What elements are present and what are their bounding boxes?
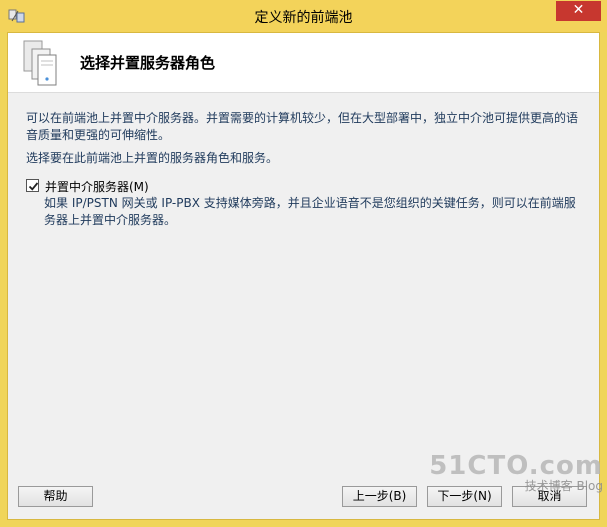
collocate-mediation-label[interactable]: 并置中介服务器(M) bbox=[45, 178, 149, 195]
checkmark-icon bbox=[28, 182, 39, 191]
page-header: 选择并置服务器角色 bbox=[8, 33, 599, 93]
dialog-client-area: 选择并置服务器角色 可以在前端池上并置中介服务器。并置需要的计算机较少，但在大型… bbox=[7, 32, 600, 520]
cancel-button[interactable]: 取消 bbox=[512, 486, 587, 507]
server-stack-icon bbox=[22, 39, 58, 87]
help-button[interactable]: 帮助 bbox=[18, 486, 93, 507]
instruction-text: 选择要在此前端池上并置的服务器角色和服务。 bbox=[26, 151, 279, 165]
collocate-mediation-description: 如果 IP/PSTN 网关或 IP-PBX 支持媒体旁路，并且企业语音不是您组织… bbox=[44, 196, 576, 227]
previous-button[interactable]: 上一步(B) bbox=[342, 486, 417, 507]
next-button[interactable]: 下一步(N) bbox=[427, 486, 502, 507]
close-button[interactable]: ✕ bbox=[556, 1, 601, 21]
title-bar[interactable]: 定义新的前端池 ✕ bbox=[0, 0, 607, 32]
dialog-window: 定义新的前端池 ✕ 选择并置服务器角色 可以在前端池上并置中介服务器。并置需要的… bbox=[0, 0, 607, 527]
page-title: 选择并置服务器角色 bbox=[80, 54, 216, 72]
intro-text: 可以在前端池上并置中介服务器。并置需要的计算机较少，但在大型部署中，独立中介池可… bbox=[26, 111, 579, 142]
window-title: 定义新的前端池 bbox=[254, 10, 353, 26]
collocate-mediation-checkbox[interactable] bbox=[26, 179, 39, 192]
